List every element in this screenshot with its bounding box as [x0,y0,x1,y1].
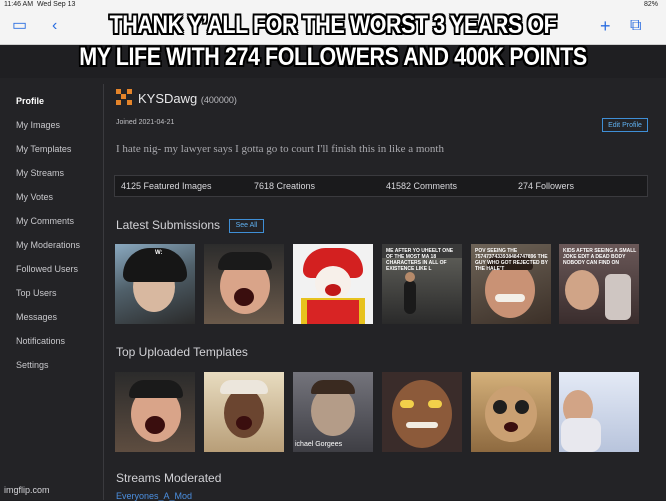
meme-caption: THANK Y’ALL FOR THE WORST 3 YEARS OF MY … [47,9,620,73]
profile-stats-bar: 4125 Featured Images 7618 Creations 4158… [114,175,648,197]
see-all-button[interactable]: See All [229,219,264,233]
template-thumb[interactable] [471,372,551,452]
status-time: 11:46 AM Wed Sep 13 [4,1,76,8]
sidebar-item-messages[interactable]: Messages [16,310,106,334]
imgflip-logo-icon [116,89,132,105]
sidebar-item-profile[interactable]: Profile [16,94,106,118]
submission-thumb[interactable] [204,244,284,324]
template-thumb[interactable] [204,372,284,452]
sidebar-item-my-templates[interactable]: My Templates [16,142,106,166]
battery-indicator: 82% [643,1,658,8]
sidebar-item-my-comments[interactable]: My Comments [16,214,106,238]
submission-thumb[interactable] [293,244,373,324]
sidebar-nav: Profile My Images My Templates My Stream… [16,94,106,382]
sidebar-item-my-moderations[interactable]: My Moderations [16,238,106,262]
stat-featured-images[interactable]: 4125 Featured Images [121,181,212,191]
sidebar-item-my-images[interactable]: My Images [16,118,106,142]
profile-bio: I hate nig- my lawyer says I gotta go to… [116,143,444,155]
profile-username: KYSDawg (400000) [138,91,237,106]
caption-line-2: MY LIFE WITH 274 FOLLOWERS AND 400K POIN… [79,43,587,71]
stat-creations[interactable]: 7618 Creations [254,181,315,191]
sidebar-item-settings[interactable]: Settings [16,358,106,382]
sidebar-item-my-streams[interactable]: My Streams [16,166,106,190]
submission-thumb[interactable]: ME AFTER YO UHEELT ONE OF THE MOST MA 18… [382,244,462,324]
template-thumb[interactable] [382,372,462,452]
submission-thumb[interactable]: W: [115,244,195,324]
stat-followers[interactable]: 274 Followers [518,181,574,191]
tabs-icon[interactable]: ⧉ [630,18,641,34]
stat-comments[interactable]: 41582 Comments [386,181,457,191]
sidebar-item-notifications[interactable]: Notifications [16,334,106,358]
sidebar-toggle-icon[interactable]: ▭ [12,18,27,34]
profile-points: (400000) [200,95,237,105]
submission-thumb[interactable]: POV SEEING THE 7574737433938484747896 TH… [471,244,551,324]
sidebar-item-my-votes[interactable]: My Votes [16,190,106,214]
latest-submissions-title: Latest Submissions [116,218,221,232]
top-templates-title: Top Uploaded Templates [116,345,248,359]
imgflip-watermark: imgflip.com [4,485,50,495]
joined-date: Joined 2021-04-21 [116,119,175,126]
streams-moderated-title: Streams Moderated [116,471,222,485]
template-thumb[interactable] [559,372,639,452]
edit-profile-button[interactable]: Edit Profile [602,118,648,132]
template-thumb[interactable] [115,372,195,452]
sidebar-item-followed-users[interactable]: Followed Users [16,262,106,286]
submission-thumb[interactable]: KIDS AFTER SEEING A SMALL JOKE EDIT A DE… [559,244,639,324]
sidebar-item-top-users[interactable]: Top Users [16,286,106,310]
template-thumb[interactable]: ichael Gorgees [293,372,373,452]
caption-line-1: THANK Y’ALL FOR THE WORST 3 YEARS OF [109,11,557,39]
